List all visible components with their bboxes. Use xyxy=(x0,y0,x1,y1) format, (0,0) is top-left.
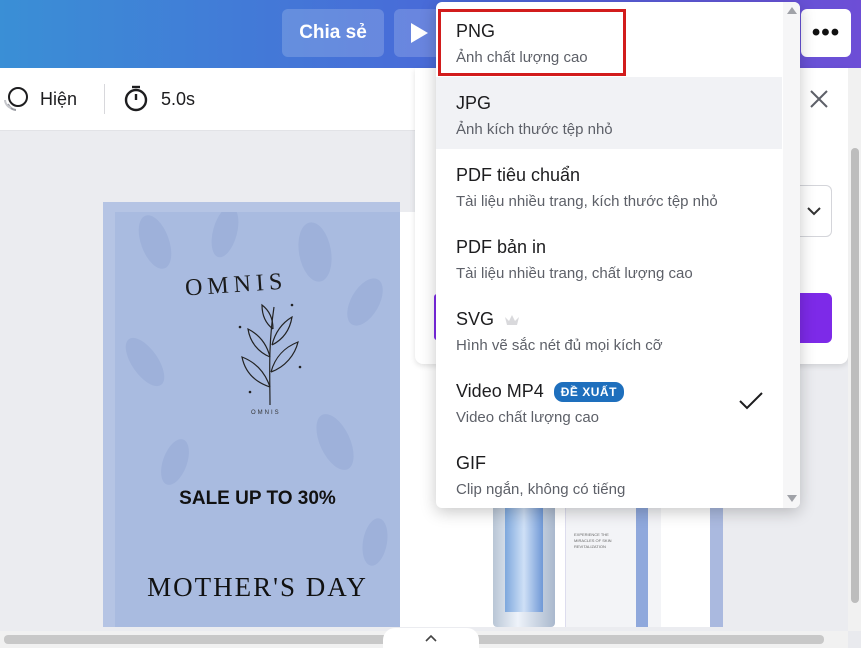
crown-icon xyxy=(505,314,520,325)
option-desc: Tài liệu nhiều trang, chất lượng cao xyxy=(456,265,693,282)
option-pdf-print[interactable]: PDF bản in Tài liệu nhiều trang, chất lư… xyxy=(436,221,782,293)
more-options-button[interactable]: ••• xyxy=(801,9,851,57)
option-desc: Clip ngắn, không có tiếng xyxy=(456,481,626,498)
vertical-scrollbar-thumb[interactable] xyxy=(851,148,859,603)
option-jpg[interactable]: JPG Ảnh kích thước tệp nhỏ xyxy=(436,77,782,149)
animation-appear-button[interactable]: Hiện xyxy=(2,68,77,130)
headline-text: MOTHER'S DAY xyxy=(147,572,368,602)
file-type-dropdown: PNG Ảnh chất lượng cao JPG Ảnh kích thướ… xyxy=(436,2,800,508)
scroll-down-arrow-icon[interactable] xyxy=(787,495,797,502)
design-background: OMNIS OMNIS SALE UP TO 30% MOTHER'S DAY xyxy=(115,212,400,627)
option-desc: Tài liệu nhiều trang, kích thước tệp nhỏ xyxy=(456,193,718,210)
scroll-up-arrow-icon[interactable] xyxy=(787,7,797,14)
serum-bottle-image xyxy=(493,502,555,627)
brand-small-text: OMNIS xyxy=(251,410,281,416)
option-title: PDF bản in xyxy=(456,237,547,257)
close-icon xyxy=(810,90,828,108)
option-title: GIF xyxy=(456,453,486,473)
option-gif[interactable]: GIF Clip ngắn, không có tiếng xyxy=(436,437,782,508)
checkmark-icon xyxy=(739,392,763,410)
option-title: Video MP4 ĐỀ XUẤT xyxy=(456,381,624,402)
animation-label: Hiện xyxy=(40,88,78,109)
duration-label: 5.0s xyxy=(161,88,196,109)
product-box-text: EXPERIENCE THE MIRACLES OF SKIN REVITALI… xyxy=(574,532,612,549)
chevron-down-icon xyxy=(806,206,821,215)
option-title: PDF tiêu chuẩn xyxy=(456,165,581,185)
recommended-badge: ĐỀ XUẤT xyxy=(553,381,624,402)
chevron-up-icon xyxy=(425,634,437,642)
design-page-left[interactable]: OMNIS OMNIS SALE UP TO 30% MOTHER'S DAY xyxy=(103,202,400,627)
option-desc: Video chất lượng cao xyxy=(456,409,600,426)
file-type-select[interactable] xyxy=(796,185,832,237)
option-title: SVG xyxy=(456,309,520,330)
download-button[interactable] xyxy=(800,293,832,343)
option-title: JPG xyxy=(456,93,492,113)
duration-button[interactable]: 5.0s xyxy=(123,68,195,130)
option-desc: Hình vẽ sắc nét đủ mọi kích cỡ xyxy=(456,337,663,354)
timer-icon xyxy=(124,85,148,112)
show-pages-button[interactable] xyxy=(383,628,479,648)
option-mp4[interactable]: Video MP4 ĐỀ XUẤT Video chất lượng cao xyxy=(436,365,782,437)
close-panel-button[interactable] xyxy=(806,86,832,112)
plant-illustration xyxy=(238,303,302,406)
highlight-box xyxy=(438,9,626,76)
option-pdf-standard[interactable]: PDF tiêu chuẩn Tài liệu nhiều trang, kíc… xyxy=(436,149,782,221)
option-svg[interactable]: SVG Hình vẽ sắc nét đủ mọi kích cỡ xyxy=(436,293,782,365)
animation-icon xyxy=(4,87,28,111)
toolbar-divider xyxy=(104,84,105,114)
sale-text: SALE UP TO 30% xyxy=(179,488,336,509)
share-button[interactable]: Chia sẻ xyxy=(282,9,384,57)
play-icon xyxy=(411,23,428,43)
design-edge-strip xyxy=(710,502,723,627)
option-desc: Ảnh kích thước tệp nhỏ xyxy=(456,121,613,138)
dropdown-scrollbar[interactable] xyxy=(783,2,800,508)
